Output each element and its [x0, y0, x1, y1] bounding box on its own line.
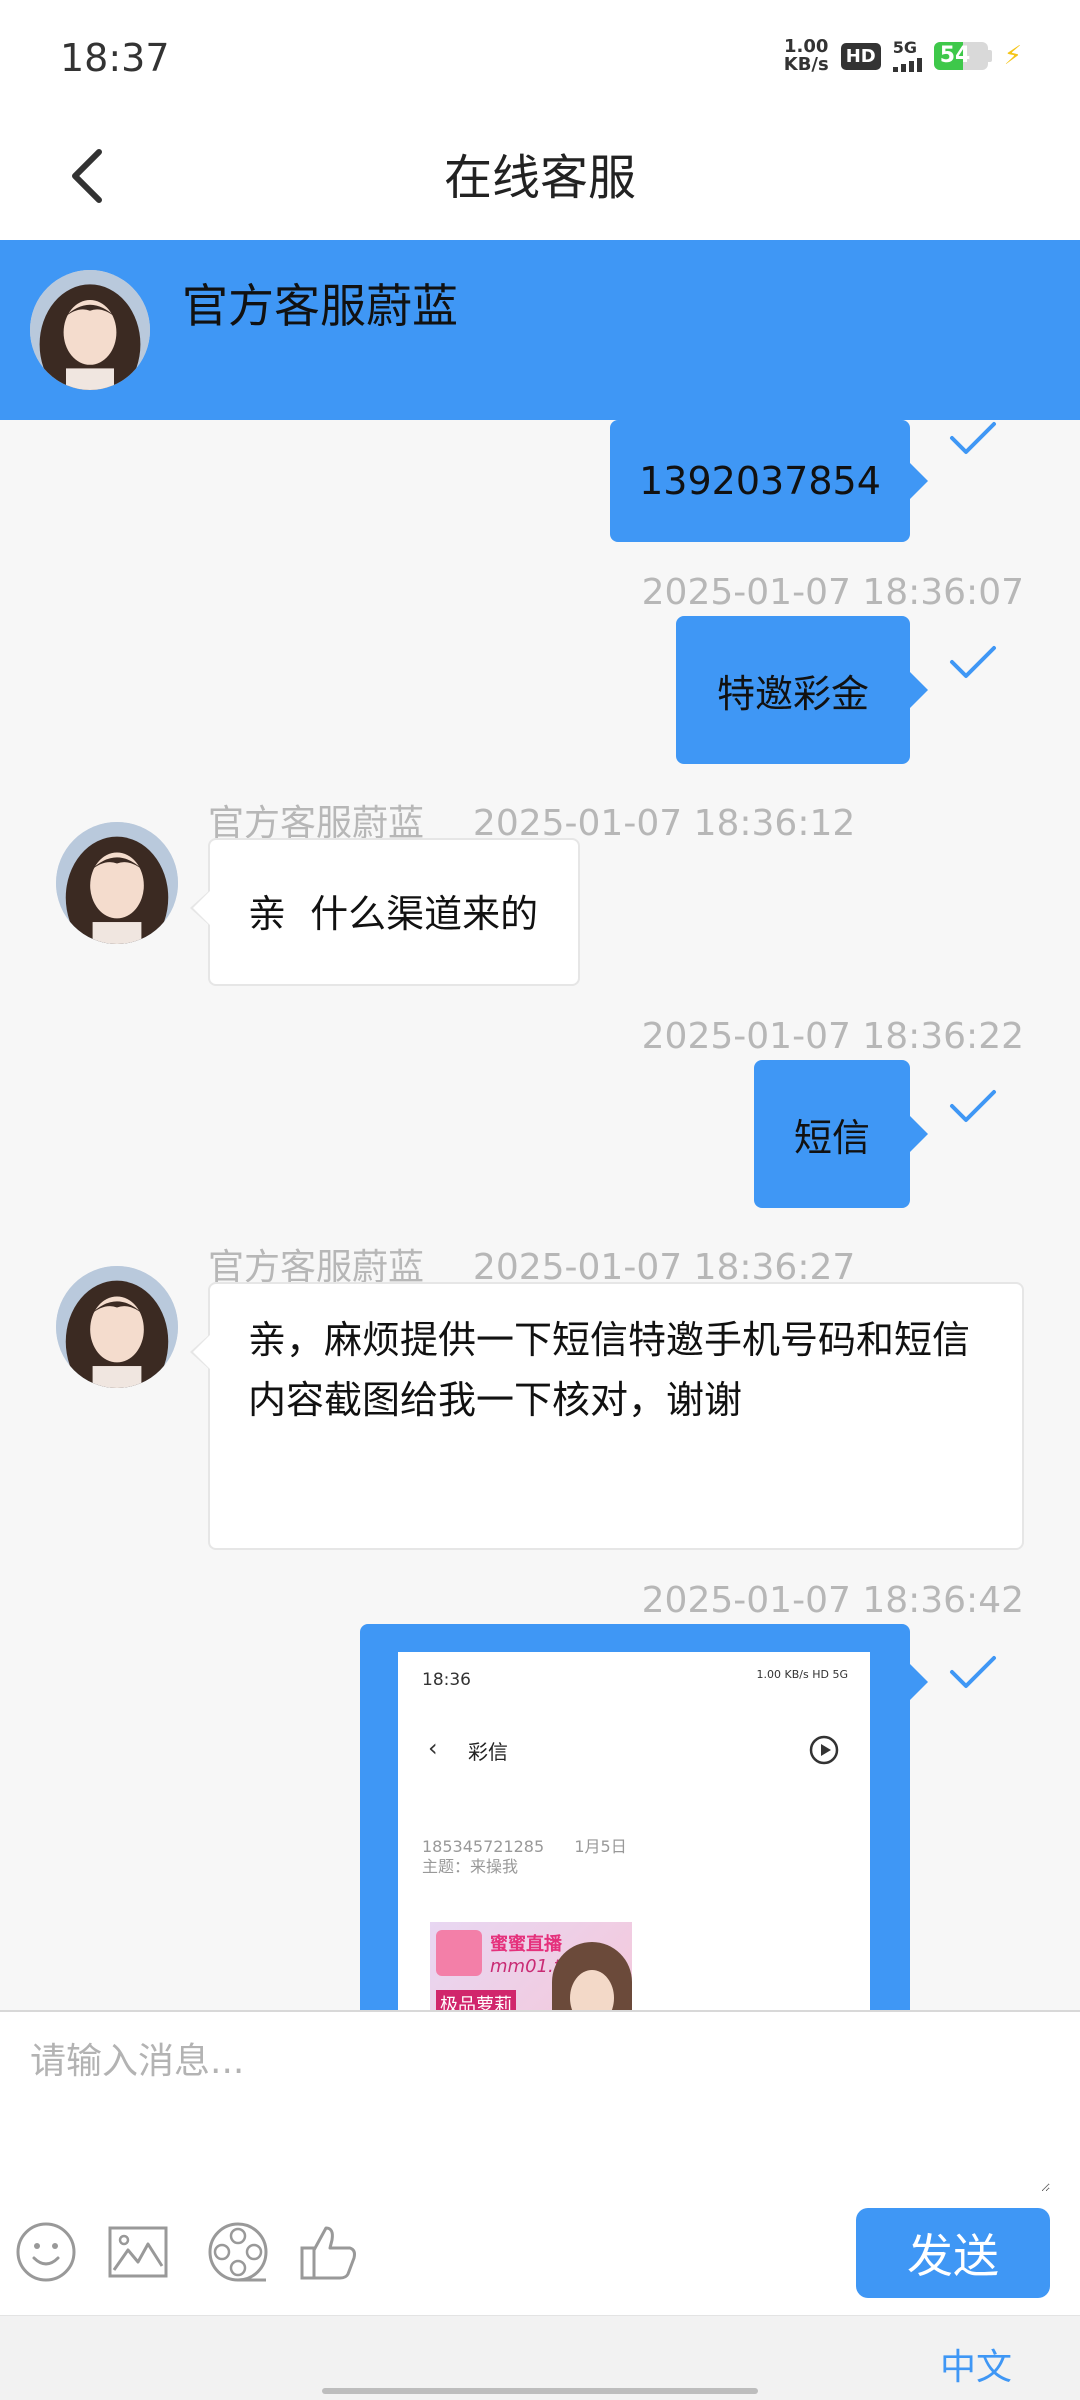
status-icons: 1.00 KB/s HD 5G 54 ⚡ [784, 38, 1022, 74]
screenshot-status: 1.00 KB/s HD 5G [756, 1668, 848, 1681]
message-timestamp: 2025-01-07 18:36:22 [641, 1016, 1024, 1057]
signal-label: 5G [892, 38, 917, 57]
message-timestamp: 2025-01-07 18:36:07 [641, 572, 1024, 613]
user-message-bubble[interactable]: 1392037854 [610, 420, 928, 542]
video-icon[interactable] [206, 2220, 270, 2284]
message-text: 特邀彩金 [716, 671, 869, 716]
language-switch[interactable]: 中文 [940, 2338, 1012, 2390]
thumbs-up-icon[interactable] [296, 2220, 360, 2284]
hd-icon: HD [840, 42, 881, 70]
screenshot-back-icon: ‹ [428, 1734, 438, 1762]
ad-tag: 极品萝莉 [436, 1990, 516, 2010]
ad-brand: 蜜蜜直播 [490, 1934, 562, 1955]
home-indicator[interactable] [322, 2388, 758, 2394]
screenshot-subject: 主题：来操我 [422, 1857, 519, 1876]
agent-avatar [30, 270, 150, 390]
agent-message-bubble[interactable]: 亲 什么渠道来的 [190, 838, 580, 986]
play-icon [809, 1735, 839, 1765]
network-speed-unit: KB/s [783, 54, 829, 75]
agent-avatar [56, 822, 178, 944]
chat-list[interactable]: 1392037854 2025-01-07 18:36:07 特邀彩金 官方客服… [0, 420, 1080, 2010]
ad-logo [436, 1930, 482, 1976]
emoji-icon[interactable] [14, 2220, 78, 2284]
user-image-bubble[interactable]: 18:36 1.00 KB/s HD 5G ‹ 彩信 185345721285 … [360, 1624, 928, 2010]
message-text: 短信 [793, 1115, 870, 1160]
status-time: 18:37 [60, 36, 170, 80]
charging-icon: ⚡ [1003, 41, 1022, 71]
agent-avatar [56, 1266, 178, 1388]
signal-icon: 5G [892, 38, 922, 72]
check-icon [950, 1656, 996, 1688]
page-title: 在线客服 [443, 150, 636, 206]
agent-message-bubble[interactable]: 亲，麻烦提供一下短信特邀手机号码和短信内容截图给我一下核对，谢谢 [190, 1282, 1024, 1550]
user-message-bubble[interactable]: 短信 [754, 1060, 928, 1208]
agent-banner: 官方客服蔚蓝 [0, 240, 1080, 420]
check-icon [950, 1090, 996, 1122]
send-button[interactable]: 发送 [856, 2208, 1050, 2298]
attached-screenshot[interactable]: 18:36 1.00 KB/s HD 5G ‹ 彩信 185345721285 … [398, 1652, 870, 2010]
screenshot-ad-image: 蜜蜜直播 mm01.tv 极品萝莉 [430, 1922, 632, 2010]
network-speed: 1.00 KB/s [784, 38, 829, 74]
message-text: 亲 什么渠道来的 [248, 892, 539, 936]
message-input[interactable] [30, 2032, 1050, 2192]
user-message-bubble[interactable]: 特邀彩金 [676, 616, 928, 764]
screenshot-sender: 185345721285 [422, 1837, 545, 1856]
screenshot-time: 18:36 [422, 1670, 471, 1690]
message-text: 1392037854 [639, 459, 881, 503]
screenshot-sender-info: 185345721285 1月5日 主题：来操我 [422, 1837, 627, 1877]
agent-name: 官方客服蔚蓝 [182, 279, 458, 333]
check-icon [950, 646, 996, 678]
app-header: 在线客服 [0, 110, 1080, 240]
image-icon[interactable] [106, 2220, 170, 2284]
battery-icon: 54 [933, 42, 992, 70]
message-timestamp: 2025-01-07 18:36:42 [641, 1580, 1024, 1621]
screenshot-date: 1月5日 [574, 1837, 627, 1856]
battery-level: 54 [939, 43, 971, 68]
check-icon [950, 422, 996, 454]
screenshot-title: 彩信 [468, 1740, 508, 1764]
bottom-bar: 中文 [0, 2315, 1080, 2400]
status-bar: 18:37 1.00 KB/s HD 5G 54 ⚡ [0, 0, 1080, 110]
message-text: 亲，麻烦提供一下短信特邀手机号码和短信内容截图给我一下核对，谢谢 [248, 1318, 971, 1422]
